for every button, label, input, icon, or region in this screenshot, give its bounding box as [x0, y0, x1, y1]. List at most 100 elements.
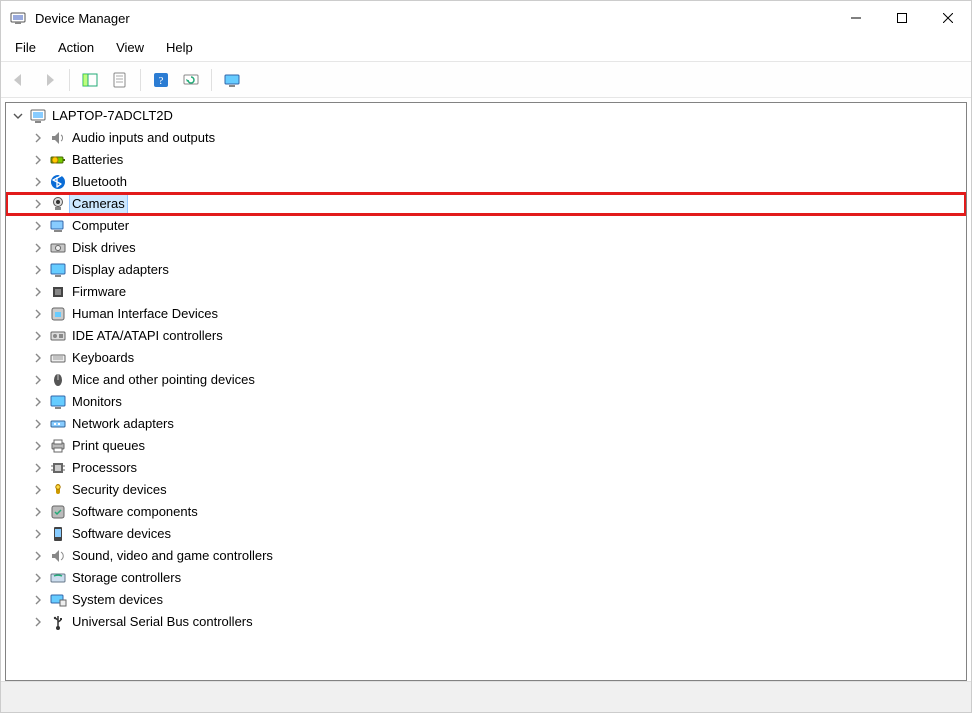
disk-icon: [48, 238, 68, 258]
expand-icon[interactable]: [30, 218, 46, 234]
help-icon: ?: [152, 71, 170, 89]
expand-icon[interactable]: [30, 328, 46, 344]
menubar: File Action View Help: [1, 35, 971, 61]
tree-item[interactable]: Human Interface Devices: [6, 303, 966, 325]
tree-root[interactable]: LAPTOP-7ADCLT2D: [6, 105, 966, 127]
close-button[interactable]: [925, 1, 971, 35]
expand-icon[interactable]: [30, 240, 46, 256]
tree-item[interactable]: Universal Serial Bus controllers: [6, 611, 966, 633]
ide-icon: [48, 326, 68, 346]
expand-icon[interactable]: [30, 570, 46, 586]
expand-icon[interactable]: [30, 592, 46, 608]
tree-item-label: Processors: [70, 457, 139, 479]
expand-icon[interactable]: [30, 350, 46, 366]
show-hide-tree-button[interactable]: [76, 66, 104, 94]
add-driver-button[interactable]: [218, 66, 246, 94]
toolbar-separator: [140, 69, 141, 91]
expand-icon[interactable]: [30, 196, 46, 212]
content-area: LAPTOP-7ADCLT2DAudio inputs and outputsB…: [1, 98, 971, 681]
expand-icon[interactable]: [30, 460, 46, 476]
printer-icon: [48, 436, 68, 456]
swdev-icon: [48, 524, 68, 544]
close-icon: [943, 13, 953, 23]
expand-icon[interactable]: [30, 130, 46, 146]
expand-icon[interactable]: [30, 152, 46, 168]
expand-icon[interactable]: [30, 438, 46, 454]
help-button[interactable]: ?: [147, 66, 175, 94]
toolbar-separator: [211, 69, 212, 91]
properties-icon: [111, 71, 129, 89]
expand-icon[interactable]: [30, 394, 46, 410]
tree-item[interactable]: Sound, video and game controllers: [6, 545, 966, 567]
tree-item[interactable]: Batteries: [6, 149, 966, 171]
tree-item[interactable]: Network adapters: [6, 413, 966, 435]
tree-item[interactable]: IDE ATA/ATAPI controllers: [6, 325, 966, 347]
tree-item-label: Keyboards: [70, 347, 136, 369]
back-button[interactable]: [5, 66, 33, 94]
battery-icon: [48, 150, 68, 170]
expand-icon[interactable]: [30, 548, 46, 564]
expand-icon[interactable]: [30, 504, 46, 520]
tree-item-label: Storage controllers: [70, 567, 183, 589]
tree-item[interactable]: Mice and other pointing devices: [6, 369, 966, 391]
minimize-icon: [851, 13, 861, 23]
tree-item[interactable]: Computer: [6, 215, 966, 237]
tree-item-label: Monitors: [70, 391, 124, 413]
expand-icon[interactable]: [30, 284, 46, 300]
tree-item[interactable]: Software components: [6, 501, 966, 523]
tree-item[interactable]: Bluetooth: [6, 171, 966, 193]
bluetooth-icon: [48, 172, 68, 192]
tree-item-label: Software devices: [70, 523, 173, 545]
tree-item-label: Mice and other pointing devices: [70, 369, 257, 391]
tree-item[interactable]: Storage controllers: [6, 567, 966, 589]
menu-help[interactable]: Help: [156, 37, 203, 58]
tree-item[interactable]: Firmware: [6, 281, 966, 303]
tree-item-label: Audio inputs and outputs: [70, 127, 217, 149]
tree-item-label: Firmware: [70, 281, 128, 303]
tree-item-label: Network adapters: [70, 413, 176, 435]
expand-icon[interactable]: [30, 416, 46, 432]
expand-icon[interactable]: [30, 482, 46, 498]
tree-item[interactable]: Cameras: [6, 193, 966, 215]
expand-icon[interactable]: [30, 372, 46, 388]
menu-file[interactable]: File: [5, 37, 46, 58]
tree-item-label: Software components: [70, 501, 200, 523]
properties-button[interactable]: [106, 66, 134, 94]
tree-item-label: Bluetooth: [70, 171, 129, 193]
minimize-button[interactable]: [833, 1, 879, 35]
tree-item-label: Display adapters: [70, 259, 171, 281]
mouse-icon: [48, 370, 68, 390]
toolbar-separator: [69, 69, 70, 91]
expand-icon[interactable]: [30, 262, 46, 278]
tree-item[interactable]: System devices: [6, 589, 966, 611]
tree-item[interactable]: Display adapters: [6, 259, 966, 281]
keyboard-icon: [48, 348, 68, 368]
menu-view[interactable]: View: [106, 37, 154, 58]
expand-icon[interactable]: [30, 614, 46, 630]
toolbar: ?: [1, 61, 971, 98]
tree-item[interactable]: Security devices: [6, 479, 966, 501]
tree-item[interactable]: Audio inputs and outputs: [6, 127, 966, 149]
tree-item[interactable]: Print queues: [6, 435, 966, 457]
expand-icon[interactable]: [30, 526, 46, 542]
tree-item-label: Cameras: [70, 193, 127, 215]
tree-item-label: System devices: [70, 589, 165, 611]
tree-item-label: Security devices: [70, 479, 169, 501]
tree-item-label: Batteries: [70, 149, 125, 171]
tree-item[interactable]: Monitors: [6, 391, 966, 413]
menu-action[interactable]: Action: [48, 37, 104, 58]
device-tree[interactable]: LAPTOP-7ADCLT2DAudio inputs and outputsB…: [5, 102, 967, 681]
forward-button[interactable]: [35, 66, 63, 94]
tree-item[interactable]: Software devices: [6, 523, 966, 545]
pc-icon: [48, 216, 68, 236]
maximize-button[interactable]: [879, 1, 925, 35]
tree-item[interactable]: Disk drives: [6, 237, 966, 259]
tree-item-label: Human Interface Devices: [70, 303, 220, 325]
expand-icon[interactable]: [30, 174, 46, 190]
tree-item[interactable]: Keyboards: [6, 347, 966, 369]
expand-icon[interactable]: [30, 306, 46, 322]
scan-hardware-button[interactable]: [177, 66, 205, 94]
collapse-icon[interactable]: [10, 108, 26, 124]
network-icon: [48, 414, 68, 434]
tree-item[interactable]: Processors: [6, 457, 966, 479]
